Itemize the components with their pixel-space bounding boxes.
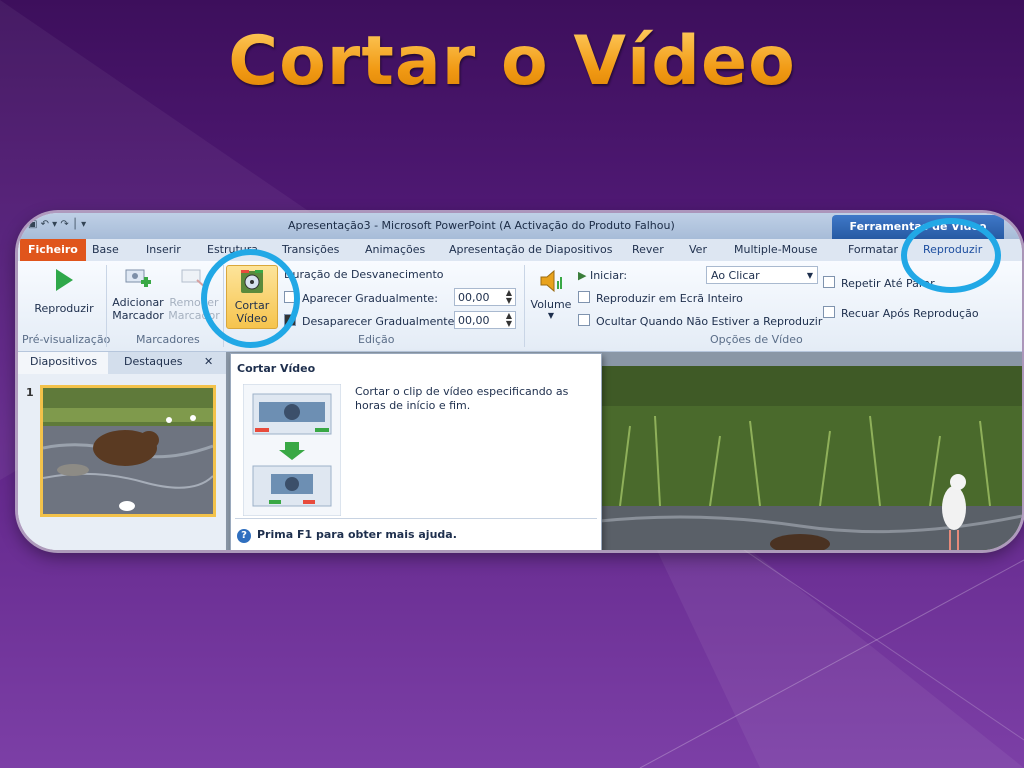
checkbox-icon [823, 276, 835, 288]
tab-inserir[interactable]: Inserir [146, 243, 181, 256]
video-bear-river-image [600, 366, 1022, 550]
highlight-ring-reproduzir-tab [901, 218, 1001, 293]
spinner-arrows-icon: ▲ ▼ [505, 311, 512, 328]
group-label-preview: Pré-visualização [22, 333, 111, 346]
play-icon [56, 269, 73, 291]
fade-in-label: Aparecer Gradualmente: [302, 292, 438, 305]
chevron-down-icon: ▼ [806, 271, 813, 280]
tab-multiple-mouse[interactable]: Multiple-Mouse [734, 243, 817, 256]
group-label-options: Opções de Vídeo [710, 333, 803, 346]
tab-destaques[interactable]: Destaques [124, 355, 182, 368]
play-label: Reproduzir [34, 302, 94, 315]
tooltip-description: Cortar o clip de vídeo especificando as … [355, 385, 569, 412]
fade-out-spinner[interactable]: 00,00 ▲ ▼ [454, 311, 516, 329]
fade-in-spinner[interactable]: 00,00 ▲ ▼ [454, 288, 516, 306]
add-marker-button[interactable]: Adicionar Marcador [110, 267, 166, 322]
tooltip-title: Cortar Vídeo [237, 362, 316, 375]
group-separator [106, 265, 107, 347]
tab-ver[interactable]: Ver [689, 243, 707, 256]
bear-river-thumbnail-image [43, 388, 213, 514]
tab-rever[interactable]: Rever [632, 243, 664, 256]
tab-formatar[interactable]: Formatar [848, 243, 898, 256]
trim-video-tooltip: Cortar Vídeo Cortar o clip de vídeo espe… [230, 353, 602, 550]
tooltip-divider [235, 518, 597, 519]
tab-apresentacao[interactable]: Apresentação de Diapositivos [449, 243, 612, 256]
tab-animacoes[interactable]: Animações [365, 243, 425, 256]
tab-ficheiro[interactable]: Ficheiro [20, 239, 86, 261]
slide-thumbnail[interactable] [40, 385, 216, 517]
start-dropdown[interactable]: Ao Clicar ▼ [706, 266, 818, 284]
volume-label: Volume [530, 298, 572, 311]
start-label: Iniciar: [589, 269, 628, 282]
start-label-row: ▶ Iniciar: [578, 269, 627, 282]
fade-in-value: 00,00 [458, 291, 490, 304]
tab-transicoes[interactable]: Transições [282, 243, 339, 256]
tab-base[interactable]: Base [92, 243, 119, 256]
tooltip-help-text: Prima F1 para obter mais ajuda. [257, 528, 457, 541]
pane-tabs: Diapositivos Destaques ✕ [18, 352, 226, 374]
slide-number: 1 [26, 386, 34, 399]
add-marker-icon [125, 269, 151, 287]
ribbon-tabs: Ficheiro Base Inserir Estrutura Transiçõ… [18, 239, 1022, 261]
tooltip-help-row: ? Prima F1 para obter mais ajuda. [237, 528, 457, 543]
add-marker-label: Adicionar Marcador [112, 296, 164, 322]
group-separator [524, 265, 525, 347]
slides-pane: Diapositivos Destaques ✕ 1 [18, 352, 226, 550]
window-title: Apresentação3 - Microsoft PowerPoint (A … [288, 219, 675, 232]
slide: Cortar o Vídeo ▣ ↶ ▾ ↷ │ ▾ Apresentação3… [0, 0, 1024, 768]
volume-dropdown-icon: ▼ [547, 311, 555, 320]
highlight-ring-trim-video [201, 249, 300, 348]
hide-label: Ocultar Quando Não Estiver a Reproduzir [596, 315, 823, 328]
close-icon[interactable]: ✕ [204, 355, 213, 368]
volume-icon [540, 269, 562, 293]
window-titlebar: ▣ ↶ ▾ ↷ │ ▾ Apresentação3 - Microsoft Po… [18, 213, 1022, 239]
group-label-markers: Marcadores [136, 333, 200, 346]
fade-out-value: 00,00 [458, 314, 490, 327]
quick-access-toolbar[interactable]: ▣ ↶ ▾ ↷ │ ▾ [28, 219, 148, 233]
powerpoint-screenshot: ▣ ↶ ▾ ↷ │ ▾ Apresentação3 - Microsoft Po… [18, 213, 1022, 550]
tab-diapositivos[interactable]: Diapositivos [30, 355, 97, 368]
ribbon: Reproduzir Pré-visualização Adicionar Ma… [18, 261, 1022, 352]
checkbox-icon [578, 291, 590, 303]
play-button[interactable]: Reproduzir [26, 267, 102, 315]
volume-button[interactable]: Volume ▼ [528, 267, 574, 320]
fullscreen-checkbox[interactable]: Reproduzir em Ecrã Inteiro [578, 291, 743, 305]
hide-when-not-playing-checkbox[interactable]: Ocultar Quando Não Estiver a Reproduzir [578, 314, 822, 328]
fullscreen-label: Reproduzir em Ecrã Inteiro [596, 292, 743, 305]
fade-out-label: Desaparecer Gradualmente: [302, 315, 459, 328]
start-value: Ao Clicar [711, 269, 760, 282]
checkbox-icon [823, 306, 835, 318]
help-icon: ? [237, 529, 251, 543]
video-frame[interactable] [600, 366, 1022, 550]
fade-duration-header: Duração de Desvanecimento [284, 268, 444, 281]
trim-video-illustration [243, 384, 341, 516]
fade-out-row: Desaparecer Gradualmente: [284, 314, 458, 328]
checkbox-icon [578, 314, 590, 326]
rewind-checkbox[interactable]: Recuar Após Reprodução [823, 306, 979, 320]
rewind-label: Recuar Após Reprodução [841, 307, 979, 320]
group-label-edit: Edição [358, 333, 395, 346]
spinner-arrows-icon: ▲ ▼ [505, 288, 512, 305]
start-icon: ▶ [578, 269, 587, 282]
fade-in-row: Aparecer Gradualmente: [284, 291, 438, 305]
slide-title: Cortar o Vídeo [0, 22, 1024, 101]
